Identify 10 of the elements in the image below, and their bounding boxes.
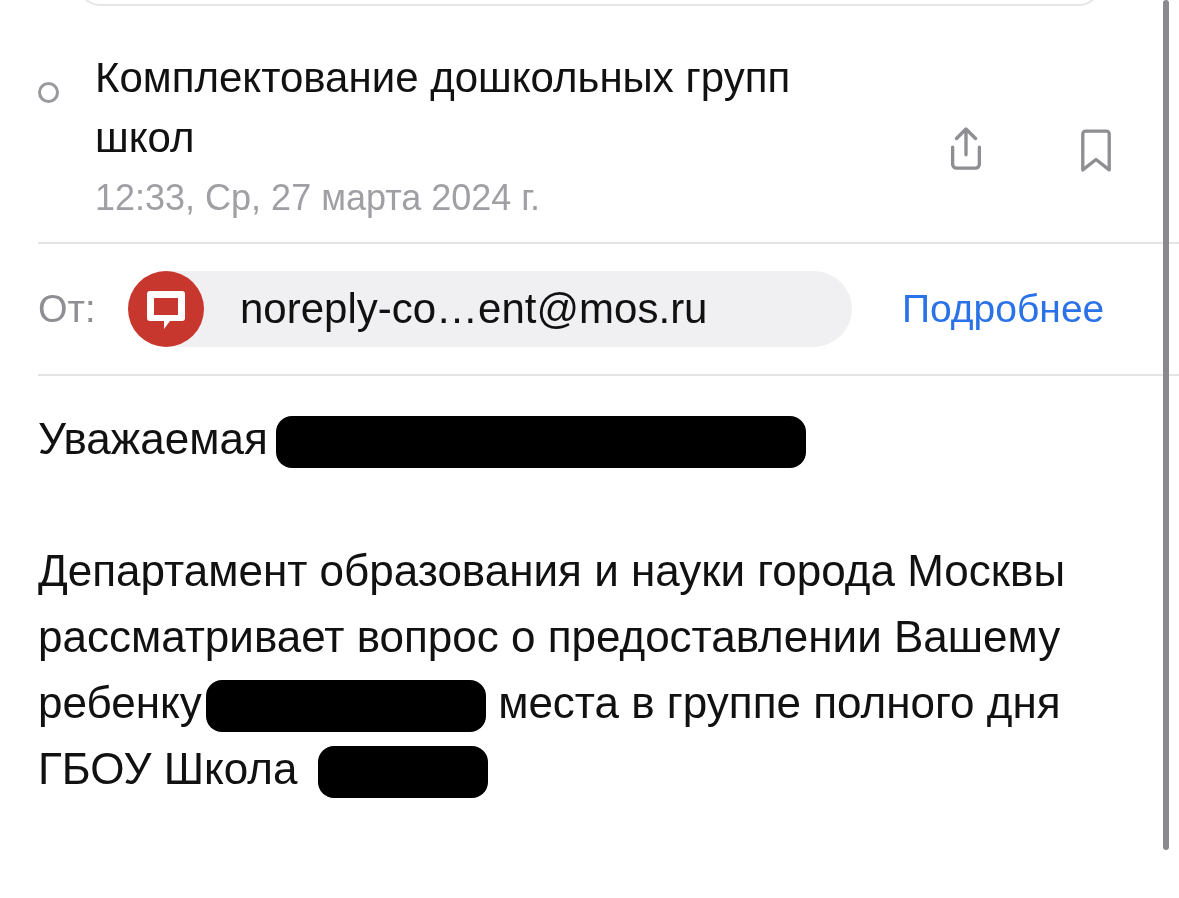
from-label: От: [38,287,97,331]
message-date: 12:33, Ср, 27 марта 2024 г. [95,176,542,220]
bookmark-icon[interactable] [1079,128,1113,174]
message-paragraph: Департамент образования и науки города Москвы рассматривает вопрос о предоставлении Вашему ребенку места в группе полного дня ГБОУ Школа [38,538,1148,802]
scrollbar[interactable] [1163,0,1169,850]
message-subject: Комплектование дошкольных групп школ [95,53,792,163]
speech-bubble-icon [128,271,204,347]
greeting-text: Уважаемая [38,406,1148,472]
details-link[interactable]: Подробнее [902,287,1105,331]
sender-chip[interactable]: noreply-co…ent@mos.ru [128,271,852,347]
